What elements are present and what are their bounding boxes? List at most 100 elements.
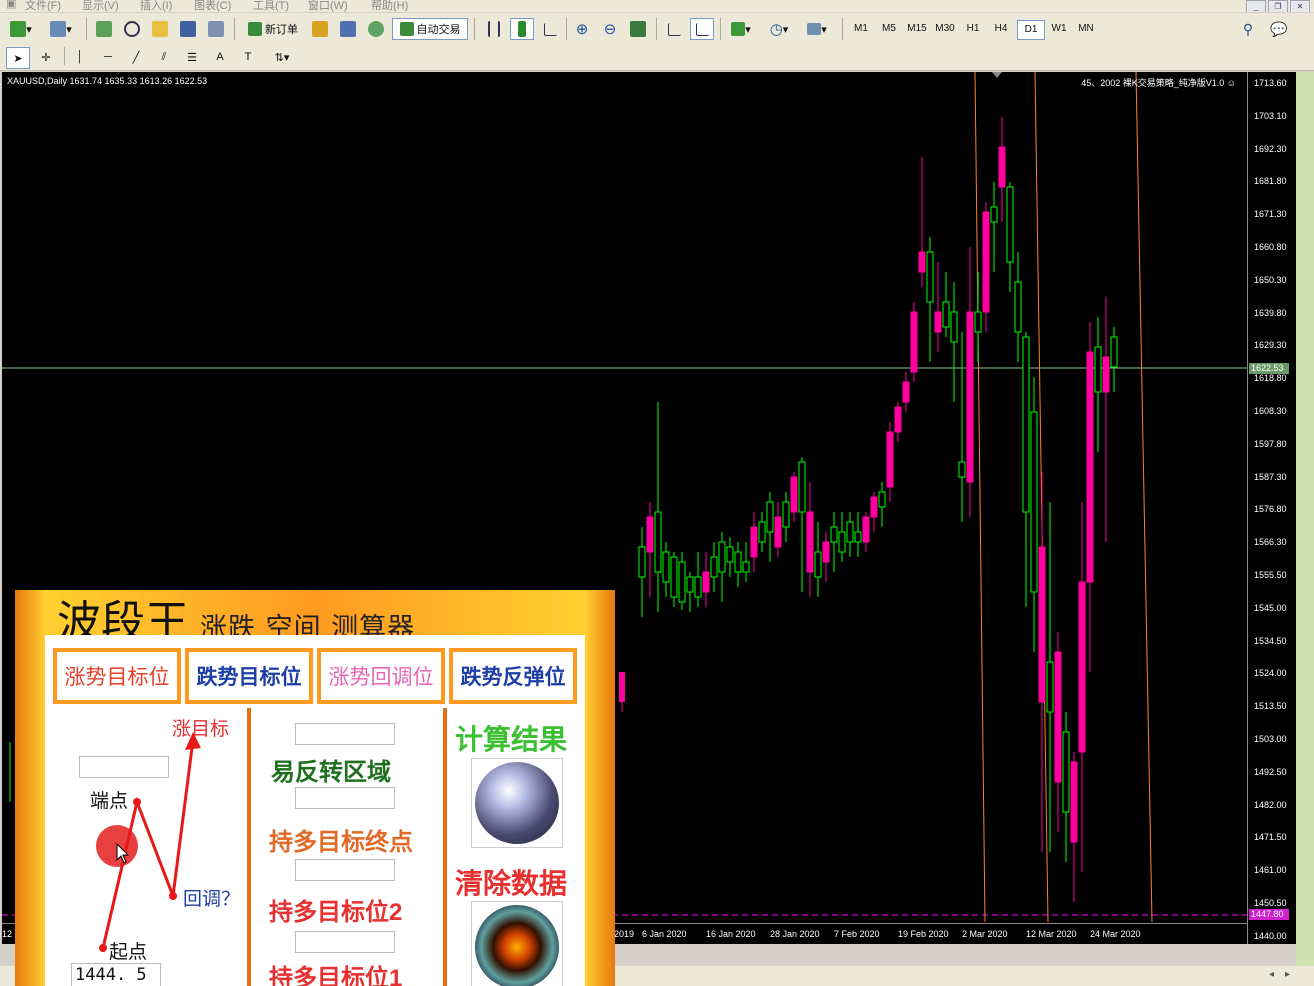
candle-body [1086,351,1094,583]
timeframe-m5[interactable]: M5 [876,20,902,38]
profiles-icon [50,21,67,37]
tab-up-target[interactable]: 涨势目标位 [53,648,181,704]
chat-button[interactable]: 💬 [1266,19,1292,39]
navigator-button[interactable] [150,19,170,39]
long-target2-input[interactable] [295,859,395,881]
price-tick: 1450.50 [1254,898,1287,908]
crosshair-button[interactable]: ✛ [36,47,56,67]
scroll-right-icon[interactable]: ▸ [1285,969,1290,980]
trendline-button[interactable]: ╱ [126,47,146,67]
tab-up-retrace-label: 涨势回调位 [328,666,434,689]
terminal-icon [180,21,196,37]
calculate-button[interactable] [471,758,563,848]
candlestick-button[interactable] [510,18,534,40]
price-tick: 1513.50 [1254,701,1287,712]
text-label-button[interactable]: T [238,47,258,67]
fibonacci-button[interactable]: ☰ [182,47,202,67]
tile-icon [630,21,646,37]
price-tick: 1692.30 [1254,143,1287,154]
meta-editor-button[interactable] [310,19,330,39]
horizontal-line-button[interactable]: ─ [98,47,118,67]
market-watch-button[interactable] [94,19,114,39]
time-tick: 28 Jan 2020 [770,929,820,939]
zoom-out-icon: ⊖ [603,21,617,38]
candle-body [982,211,990,313]
new-order-button[interactable]: 新订单 [242,19,304,39]
price-tick: 1671.30 [1254,209,1287,220]
timeframe-d1[interactable]: D1 [1017,20,1045,40]
channel-button[interactable]: ⫽ [154,47,174,67]
app-icon: ▣ [6,0,17,10]
chart-shift-button[interactable] [664,19,684,39]
tab-up-retrace[interactable]: 涨势回调位 [317,648,445,704]
tester-button[interactable] [206,19,226,39]
radio-button[interactable] [366,19,386,39]
cursor-button[interactable]: ➤ [6,47,30,69]
menu-view[interactable]: 显示(V) [82,0,119,12]
arrows-button[interactable]: ⇅▾ [266,47,298,67]
timeframe-m15[interactable]: M15 [904,20,930,38]
vertical-line-icon: │ [76,51,84,63]
shift-marker-icon [992,72,1002,78]
menu-window[interactable]: 窗口(W) [308,0,348,12]
periods-button[interactable]: ◷ ▾ [764,19,794,39]
candle-body [774,516,782,548]
reversal-zone-input[interactable] [295,723,395,745]
autotrade-button[interactable]: 自动交易 [392,18,468,40]
autoscroll-button[interactable] [690,18,714,40]
start-point-input[interactable]: 1444. 5 [71,963,161,986]
timeframe-m1[interactable]: M1 [848,20,874,38]
timeframe-h4[interactable]: H4 [988,20,1014,38]
menu-help[interactable]: 帮助(H) [371,0,408,12]
candle-body [782,501,790,528]
timeframe-mn[interactable]: MN [1073,20,1099,38]
tab-down-target[interactable]: 跌势目标位 [185,648,313,704]
indicators-button[interactable]: ▾ [726,19,756,39]
long-target1-input[interactable] [295,931,395,953]
new-chart-button[interactable]: ▾ [6,19,36,39]
menu-charts[interactable]: 图表(C) [194,0,231,12]
new-chart-icon [10,21,27,37]
line-chart-button[interactable] [540,19,560,39]
templates-button[interactable]: ▾ [802,19,832,39]
close-icon[interactable]: ✕ [1290,0,1310,12]
zoom-out-button[interactable]: ⊖ [600,19,620,39]
end-point-input[interactable] [79,756,169,778]
text-button[interactable]: A [210,47,230,67]
menu-file[interactable]: 文件(F) [25,0,61,12]
scroll-left-icon[interactable]: ◂ [1269,969,1274,980]
price-scale[interactable]: 1713.60 1703.10 1692.30 1681.80 1671.30 1660.… [1247,72,1296,944]
timeframe-m30[interactable]: M30 [932,20,958,38]
vertical-line-button[interactable]: │ [70,47,90,67]
candle-body [862,516,870,543]
candle-body [678,561,686,603]
data-window-button[interactable] [122,19,142,39]
tab-down-rebound[interactable]: 跌势反弹位 [449,648,577,704]
candle-body [662,551,670,583]
timeframe-h1[interactable]: H1 [960,20,986,38]
menu-insert[interactable]: 插入(I) [140,0,172,12]
price-tick: 1534.50 [1254,635,1287,646]
long-final-input[interactable] [295,787,395,809]
menu-tools[interactable]: 工具(T) [253,0,289,12]
zoom-in-button[interactable]: ⊕ [572,19,592,39]
clear-button[interactable] [471,901,563,986]
signals-button[interactable] [338,19,358,39]
bar-chart-button[interactable] [484,19,504,39]
minimize-icon[interactable]: _ [1246,0,1266,12]
candle-body [710,556,718,578]
time-tick: 24 Mar 2020 [1090,929,1141,939]
tile-windows-button[interactable] [628,19,648,39]
candle-body [830,526,838,543]
autotrade-label: 自动交易 [416,24,461,36]
long-target2-label: 持多目标位2 [269,899,403,926]
bar-chart-icon [488,21,500,37]
timeframe-w1[interactable]: W1 [1046,20,1072,38]
side-strip [1296,72,1314,966]
search-button[interactable]: ⚲ [1238,19,1258,39]
restore-icon[interactable]: ❐ [1268,0,1288,12]
column-divider-2 [443,708,447,986]
profiles-button[interactable]: ▾ [46,19,76,39]
terminal-button[interactable] [178,19,198,39]
tab-down-target-label: 跌势目标位 [196,666,302,689]
